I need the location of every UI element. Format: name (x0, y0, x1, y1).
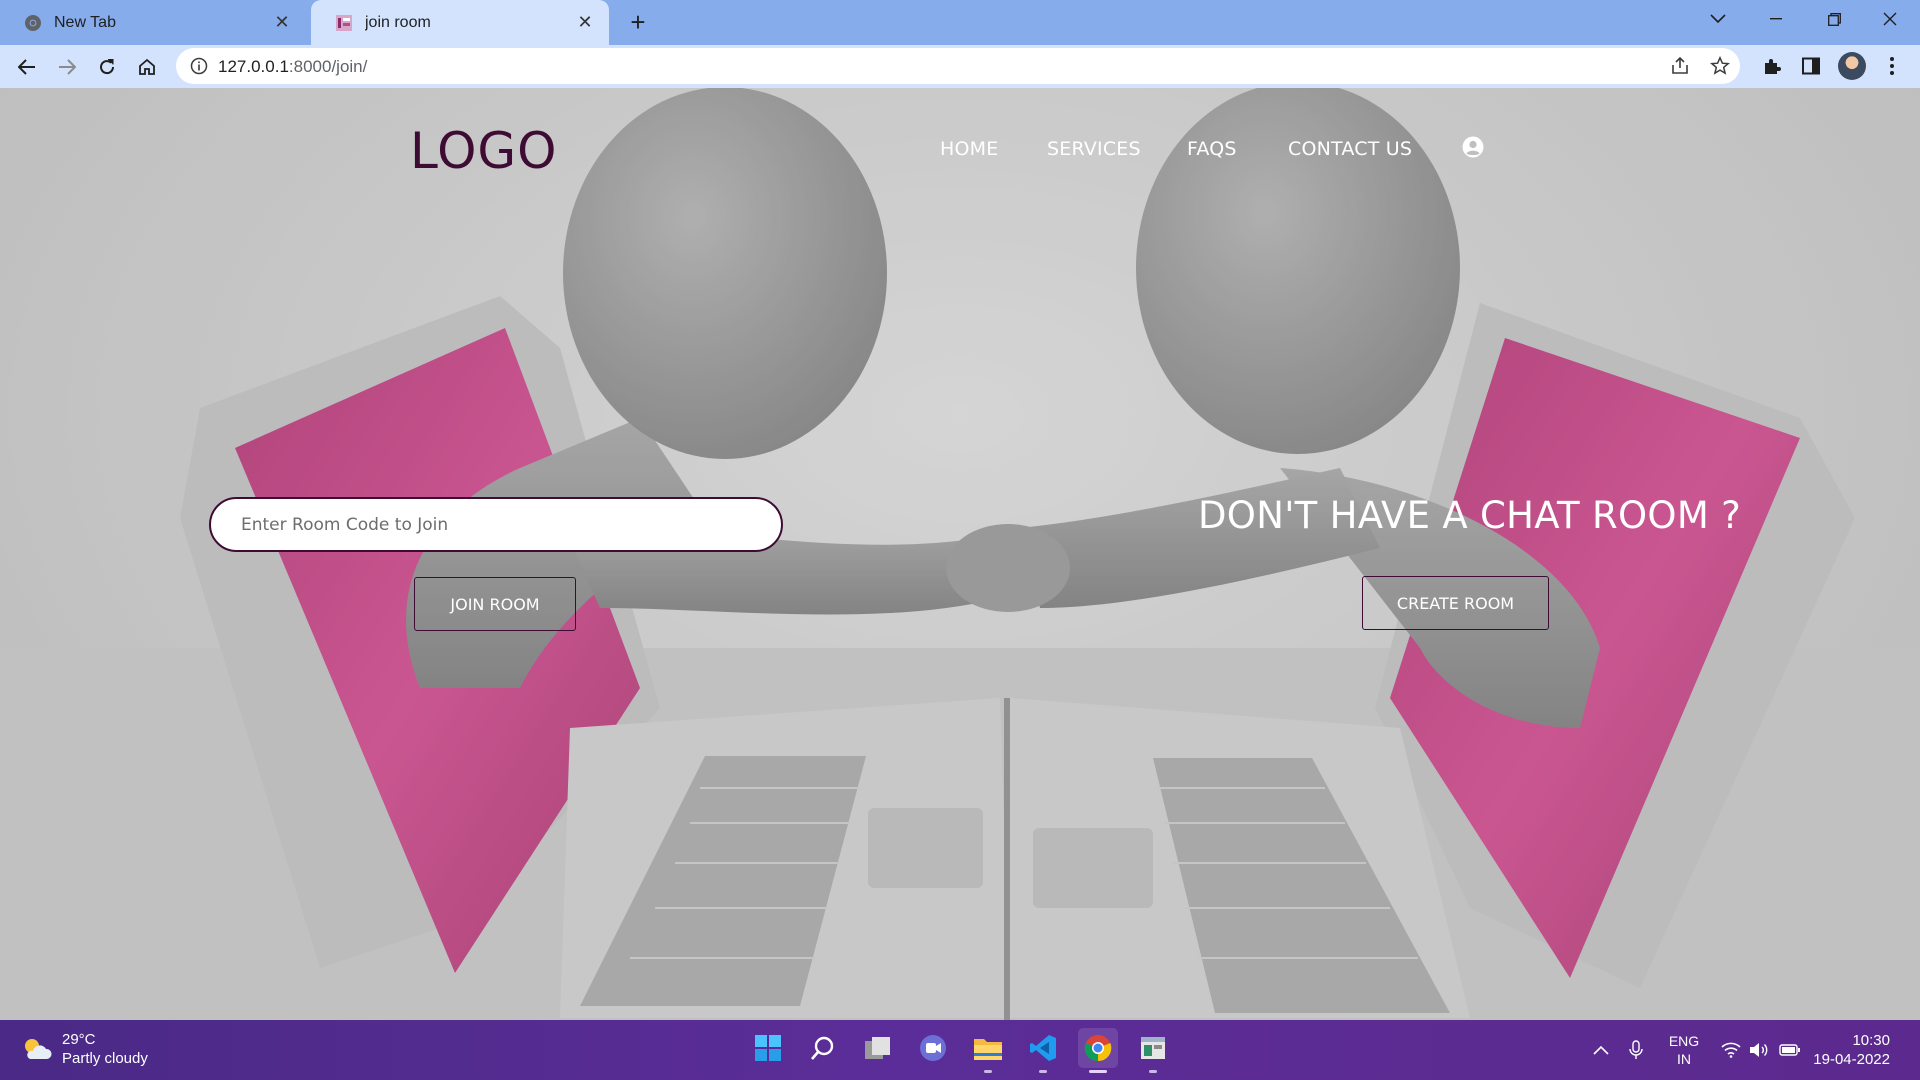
taskbar-search-button[interactable] (803, 1028, 843, 1068)
bookmark-star-icon[interactable] (1710, 56, 1730, 76)
search-icon (811, 1036, 834, 1060)
chevron-up-icon (1593, 1045, 1609, 1055)
forward-button[interactable] (50, 50, 84, 84)
running-indicator (1039, 1070, 1047, 1073)
tab-join-room[interactable]: join room ✕ (311, 0, 609, 45)
site-logo[interactable]: LOGO (410, 122, 558, 180)
back-button[interactable] (10, 50, 44, 84)
tab-title: join room (365, 13, 431, 31)
address-bar[interactable]: 127.0.0.1:8000/join/ (176, 48, 1740, 84)
language-primary: ENG (1668, 1033, 1700, 1049)
start-icon (755, 1035, 781, 1061)
tab-title: New Tab (54, 13, 116, 31)
vscode-button[interactable] (1023, 1028, 1063, 1073)
web-page: LOGO HOME SERVICES FAQS CONTACT US JOIN … (0, 88, 1920, 1020)
file-explorer-icon (974, 1039, 1002, 1060)
site-info-icon[interactable] (190, 57, 208, 75)
battery-icon (1779, 1044, 1800, 1056)
nav-services[interactable]: SERVICES (1047, 138, 1141, 160)
url-text: 127.0.0.1:8000/join/ (218, 57, 367, 77)
menu-kebab-icon[interactable] (1889, 56, 1895, 76)
wifi-button[interactable] (1718, 1020, 1744, 1080)
nav-contact-us[interactable]: CONTACT US (1288, 138, 1412, 160)
volume-button[interactable] (1746, 1020, 1772, 1080)
nav-home[interactable]: HOME (940, 138, 998, 160)
start-button[interactable] (748, 1028, 788, 1068)
clock-date: 19-04-2022 (1813, 1051, 1890, 1068)
chrome-button[interactable] (1078, 1028, 1118, 1073)
minimize-button[interactable] (1748, 0, 1804, 38)
tab-strip: New Tab ✕ join room ✕ + (0, 0, 1920, 45)
teams-chat-icon (920, 1035, 946, 1061)
close-window-button[interactable] (1862, 0, 1918, 38)
create-room-button[interactable]: CREATE ROOM (1362, 576, 1549, 630)
close-tab-icon[interactable]: ✕ (272, 12, 292, 33)
nav-faqs[interactable]: FAQS (1187, 138, 1237, 160)
url-host: 127.0.0.1 (218, 57, 289, 76)
microphone-icon (1629, 1040, 1643, 1059)
running-indicator (984, 1070, 992, 1073)
side-panel-icon[interactable] (1802, 57, 1820, 75)
system-clock[interactable]: 10:30 19-04-2022 (1810, 1031, 1890, 1069)
restore-button[interactable] (1806, 0, 1862, 38)
language-secondary: IN (1677, 1051, 1691, 1067)
weather-desc: Partly cloudy (62, 1050, 148, 1067)
chrome-icon (1084, 1035, 1112, 1062)
page-favicon-icon (336, 14, 352, 31)
battery-button[interactable] (1776, 1020, 1804, 1080)
url-path: :8000/join/ (288, 57, 368, 76)
windows-taskbar: 29°C Partly cloudy ENG IN 10:30 19-04-20… (0, 1020, 1920, 1080)
volume-icon (1750, 1043, 1768, 1057)
join-room-button[interactable]: JOIN ROOM (414, 577, 576, 631)
close-tab-icon[interactable]: ✕ (575, 12, 595, 33)
user-circle-icon[interactable] (1462, 136, 1484, 158)
new-tab-button[interactable]: + (622, 6, 654, 38)
handshake-background-image (0, 88, 1920, 1020)
running-indicator (1149, 1070, 1157, 1073)
tab-new-tab[interactable]: New Tab ✕ (0, 0, 306, 45)
partly-cloudy-icon (25, 1039, 52, 1059)
file-explorer-button[interactable] (968, 1028, 1008, 1073)
share-icon[interactable] (1670, 56, 1690, 76)
app-button[interactable] (1133, 1028, 1173, 1073)
task-view-button[interactable] (858, 1028, 898, 1068)
home-button[interactable] (130, 50, 164, 84)
reload-button[interactable] (90, 50, 124, 84)
app-icon (1141, 1037, 1165, 1059)
create-room-headline: DON'T HAVE A CHAT ROOM ? (1198, 494, 1742, 537)
profile-avatar[interactable] (1838, 52, 1866, 80)
language-indicator[interactable]: ENG IN (1664, 1020, 1704, 1080)
running-indicator (1089, 1070, 1107, 1073)
clock-time: 10:30 (1852, 1032, 1890, 1049)
weather-widget[interactable]: 29°C Partly cloudy (20, 1030, 148, 1068)
wifi-icon (1721, 1042, 1741, 1058)
microphone-button[interactable] (1622, 1020, 1650, 1080)
tab-search-chevron-icon[interactable] (1690, 0, 1746, 38)
vscode-icon (1030, 1035, 1056, 1061)
chrome-icon (25, 14, 41, 31)
extensions-icon[interactable] (1762, 56, 1782, 76)
show-hidden-icons-button[interactable] (1586, 1020, 1616, 1080)
weather-temp: 29°C (62, 1031, 96, 1048)
task-view-icon (865, 1037, 890, 1059)
room-code-input[interactable] (209, 497, 783, 552)
teams-chat-button[interactable] (913, 1028, 953, 1068)
